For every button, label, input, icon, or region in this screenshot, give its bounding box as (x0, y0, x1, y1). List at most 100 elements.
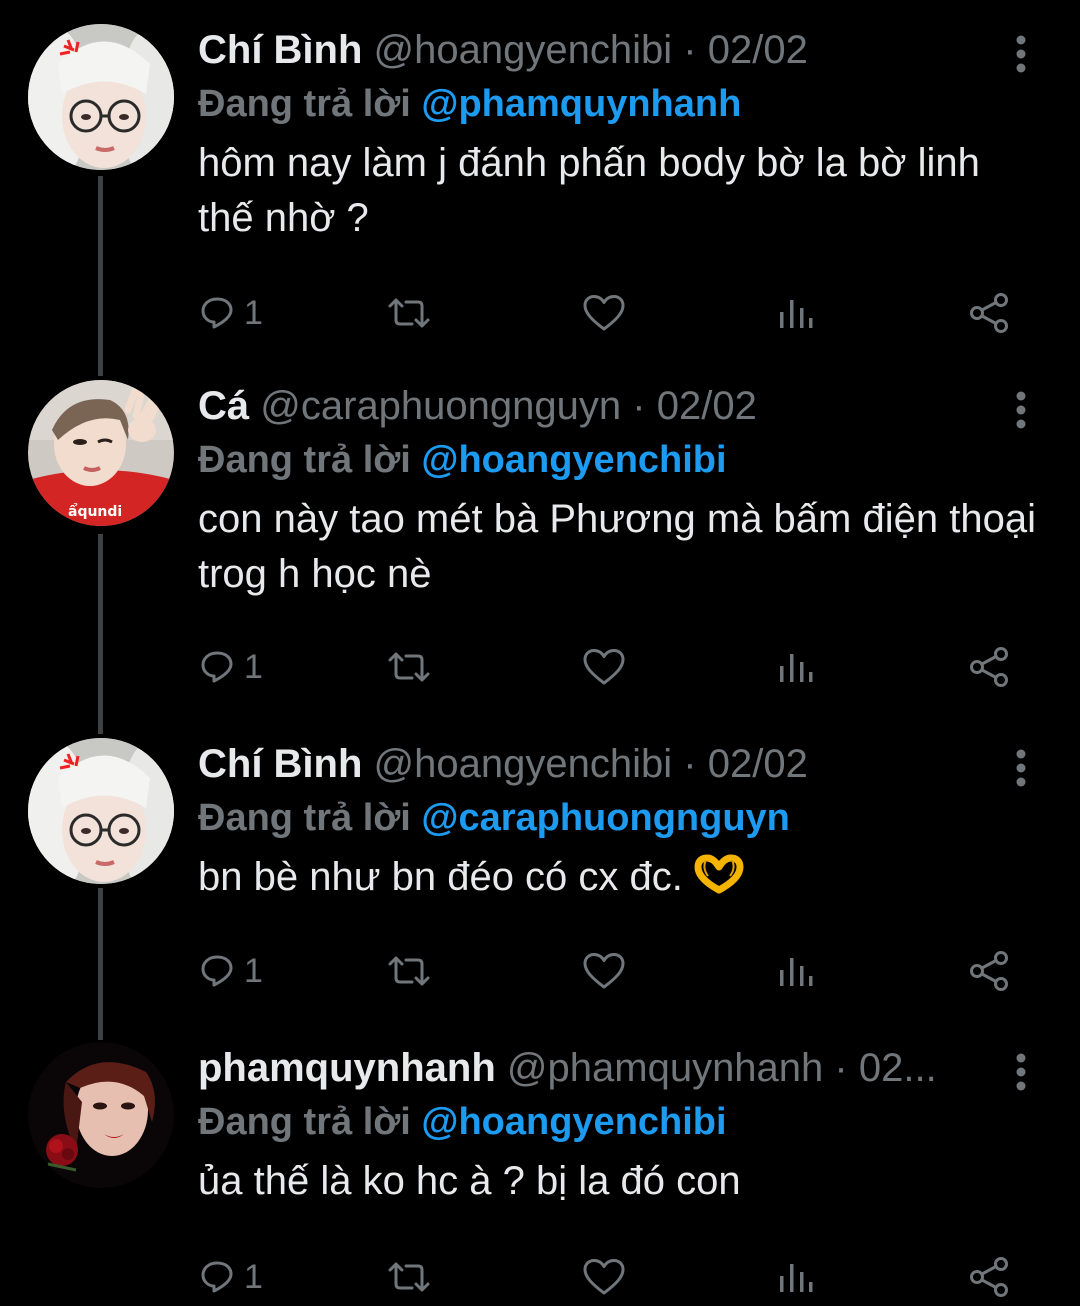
tweet-text: hôm nay làm j đánh phấn body bờ la bờ li… (198, 141, 980, 240)
views-button[interactable] (778, 1252, 814, 1302)
svg-text:ẩqundi: ẩqundi (68, 503, 122, 520)
mention-link[interactable]: @hoangyenchibi (421, 1101, 726, 1143)
more-options-button[interactable] (1004, 748, 1038, 788)
tweet-text-body: bn bè như bn đéo có cx đc. (198, 855, 683, 899)
replying-to: Đang trả lời @hoangyenchibi (198, 432, 1040, 488)
user-handle[interactable]: @hoangyenchibi (374, 28, 673, 72)
tweet[interactable]: ẩqundi Cá @caraphuongnguyn · 02/02 Đang … (0, 380, 1080, 710)
tweet-content: Chí Bình @hoangyenchibi · 02/02 Đang trả… (198, 738, 1040, 909)
like-button[interactable] (582, 946, 626, 996)
reply-thread: Chí Bình @hoangyenchibi · 02/02 Đang trả… (0, 0, 1080, 1306)
tweet-content: Chí Bình @hoangyenchibi · 02/02 Đang trả… (198, 24, 1040, 246)
tweet-date[interactable]: 02/02 (657, 384, 757, 428)
avatar[interactable] (28, 1042, 174, 1188)
reply-button[interactable]: 1 (200, 946, 263, 996)
reply-button[interactable]: 1 (200, 1252, 263, 1302)
tweet-actions: 1 (198, 1252, 1018, 1302)
avatar[interactable] (28, 24, 174, 170)
analytics-icon (780, 1264, 813, 1292)
tweet-text: con này tao mét bà Phương mà bấm điện th… (198, 497, 1036, 596)
mention-link[interactable]: @phamquynhanh (421, 83, 741, 125)
tweet-actions: 1 (198, 642, 1018, 692)
user-handle[interactable]: @hoangyenchibi (374, 742, 673, 786)
tweet[interactable]: phamquynhanh @phamquynhanh · 02... Đang … (0, 1042, 1080, 1306)
display-name[interactable]: phamquynhanh (198, 1046, 496, 1090)
avatar[interactable] (28, 738, 174, 884)
share-icon (970, 951, 1008, 991)
display-name[interactable]: Chí Bình (198, 742, 362, 786)
avatar[interactable]: ẩqundi (28, 380, 174, 526)
tweet-header: Chí Bình @hoangyenchibi · 02/02 (198, 738, 998, 790)
mention-link[interactable]: @caraphuongnguyn (421, 797, 790, 839)
tweet-actions: 1 (198, 946, 1018, 996)
reply-icon (201, 651, 233, 683)
reply-button[interactable]: 1 (200, 288, 263, 338)
retweet-button[interactable] (386, 1252, 432, 1302)
heart-icon (583, 1259, 625, 1295)
retweet-button[interactable] (386, 946, 432, 996)
replying-to: Đang trả lời @hoangyenchibi (198, 1094, 1040, 1150)
tweet-actions: 1 (198, 288, 1018, 338)
tweet-date[interactable]: 02/02 (708, 28, 808, 72)
more-options-button[interactable] (1004, 1052, 1038, 1092)
views-button[interactable] (778, 642, 814, 692)
more-options-button[interactable] (1004, 34, 1038, 74)
avatar-image (28, 1042, 174, 1188)
like-button[interactable] (582, 288, 626, 338)
heart-icon (583, 649, 625, 685)
avatar-image (28, 738, 174, 884)
reply-count: 1 (244, 1257, 263, 1296)
separator-dot: · (683, 28, 697, 72)
user-handle[interactable]: @caraphuongnguyn (260, 384, 621, 428)
tweet-date[interactable]: 02... (859, 1046, 937, 1090)
tweet-header: Cá @caraphuongnguyn · 02/02 (198, 380, 998, 432)
share-icon (970, 1257, 1008, 1297)
display-name[interactable]: Chí Bình (198, 28, 362, 72)
like-button[interactable] (582, 642, 626, 692)
tweet[interactable]: Chí Bình @hoangyenchibi · 02/02 Đang trả… (0, 738, 1080, 1028)
tweet-text: ủa thế là ko hc à ? bị la đó con (198, 1159, 741, 1203)
replying-to: Đang trả lời @phamquynhanh (198, 76, 1040, 132)
display-name[interactable]: Cá (198, 384, 249, 428)
analytics-icon (780, 958, 813, 986)
mention-link[interactable]: @hoangyenchibi (421, 439, 726, 481)
share-button[interactable] (968, 1252, 1010, 1302)
avatar-image (28, 24, 174, 170)
analytics-icon (780, 300, 813, 328)
more-vertical-icon (1016, 749, 1026, 787)
heart-hands-emoji (694, 854, 744, 909)
retweet-button[interactable] (386, 642, 432, 692)
share-icon (970, 293, 1008, 333)
heart-icon (583, 953, 625, 989)
replying-prefix: Đang trả lời (198, 439, 422, 481)
tweet[interactable]: Chí Bình @hoangyenchibi · 02/02 Đang trả… (0, 24, 1080, 354)
views-button[interactable] (778, 946, 814, 996)
replying-prefix: Đang trả lời (198, 83, 422, 125)
share-button[interactable] (968, 288, 1010, 338)
replying-to: Đang trả lời @caraphuongnguyn (198, 790, 1040, 846)
views-button[interactable] (778, 288, 814, 338)
replying-prefix: Đang trả lời (198, 1101, 422, 1143)
reply-icon (201, 1261, 233, 1293)
tweet-content: Cá @caraphuongnguyn · 02/02 Đang trả lời… (198, 380, 1040, 602)
separator-dot: · (834, 1046, 848, 1090)
reply-button[interactable]: 1 (200, 642, 263, 692)
tweet-header: phamquynhanh @phamquynhanh · 02... (198, 1042, 998, 1094)
share-button[interactable] (968, 946, 1010, 996)
tweet-header: Chí Bình @hoangyenchibi · 02/02 (198, 24, 998, 76)
more-vertical-icon (1016, 391, 1026, 429)
reply-count: 1 (244, 293, 263, 332)
reply-icon (201, 297, 233, 329)
heart-icon (583, 295, 625, 331)
more-vertical-icon (1016, 1053, 1026, 1091)
share-button[interactable] (968, 642, 1010, 692)
separator-dot: · (683, 742, 697, 786)
retweet-button[interactable] (386, 288, 432, 338)
reply-count: 1 (244, 951, 263, 990)
like-button[interactable] (582, 1252, 626, 1302)
replying-prefix: Đang trả lời (198, 797, 422, 839)
user-handle[interactable]: @phamquynhanh (507, 1046, 823, 1090)
retweet-icon (388, 652, 430, 682)
more-options-button[interactable] (1004, 390, 1038, 430)
tweet-date[interactable]: 02/02 (708, 742, 808, 786)
